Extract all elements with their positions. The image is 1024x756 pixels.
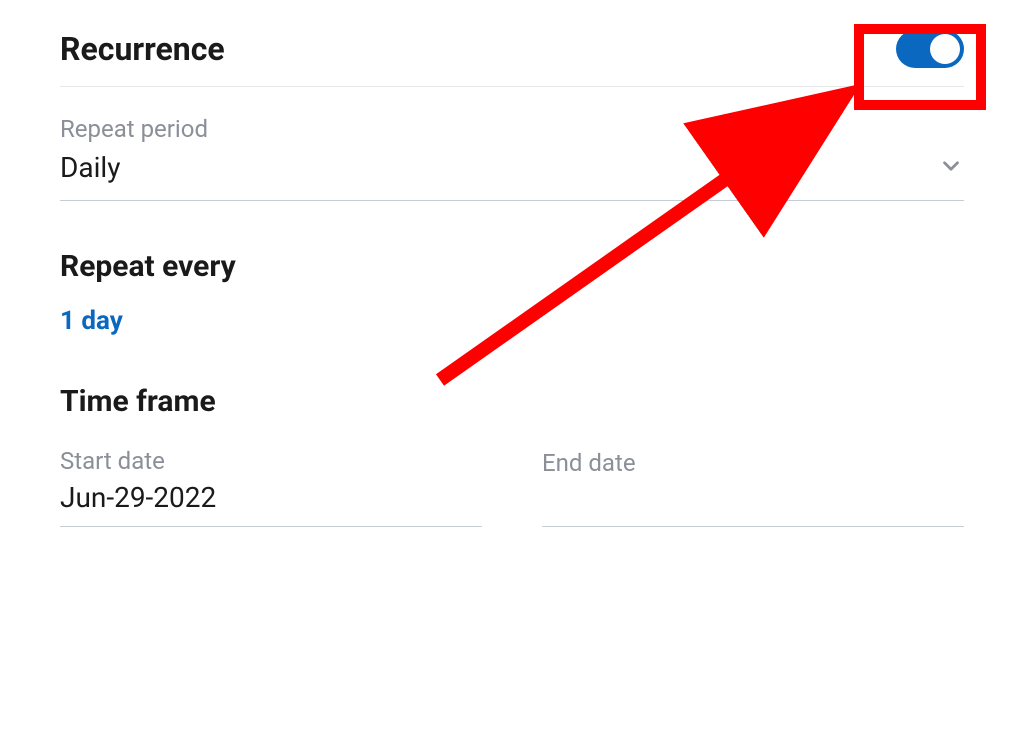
repeat-every-value[interactable]: 1 day [60,306,123,336]
recurrence-title: Recurrence [60,30,225,68]
annotation-arrow [0,0,1024,756]
repeat-period-value: Daily [60,151,120,184]
end-date-label: End date [542,449,964,477]
start-date-field[interactable]: Start date Jun-29-2022 [60,447,482,527]
start-date-value: Jun-29-2022 [60,481,482,527]
toggle-knob [930,34,960,64]
chevron-down-icon [938,153,964,183]
recurrence-toggle[interactable] [896,30,964,68]
time-frame-title: Time frame [60,384,964,419]
time-frame-row: Start date Jun-29-2022 End date [60,447,964,527]
repeat-every-title: Repeat every [60,249,964,284]
end-date-value [542,483,964,527]
repeat-period-label: Repeat period [60,115,964,143]
recurrence-header: Recurrence [60,30,964,87]
end-date-field[interactable]: End date [542,447,964,527]
repeat-period-field[interactable]: Repeat period Daily [60,115,964,201]
start-date-label: Start date [60,447,482,475]
